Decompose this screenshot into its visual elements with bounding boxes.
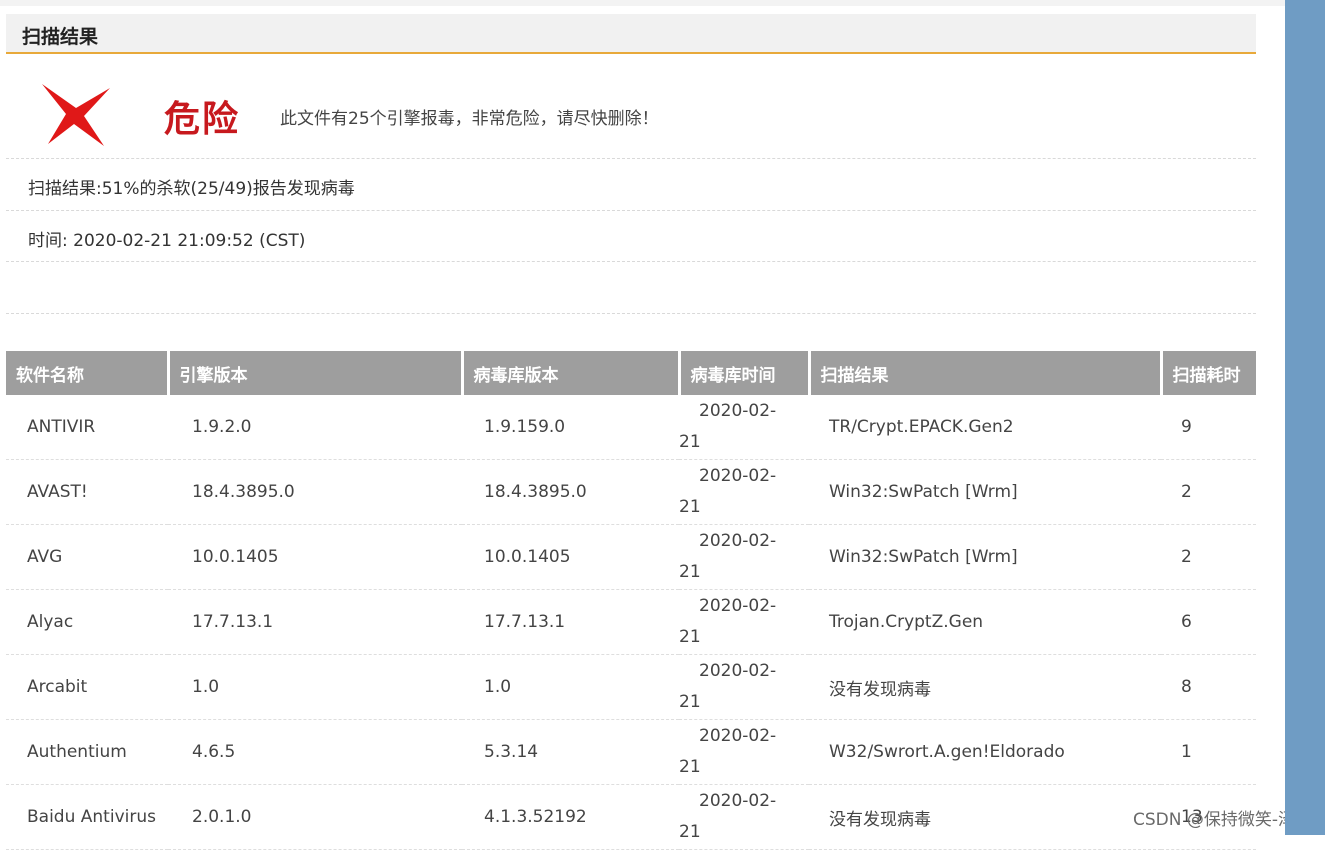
section-title: 扫描结果 <box>22 26 99 48</box>
watermark: CSDN @保持微笑-泽 <box>1133 810 1296 830</box>
cell-db-time-date: 2020-02- <box>699 466 777 486</box>
cell-db-time-day: 21 <box>679 432 701 452</box>
cell-duration: 2 <box>1161 524 1256 590</box>
verdict-message: 此文件有25个引擎报毒，非常危险，请尽快删除！ <box>280 109 659 129</box>
cell-software-name: Alyac <box>6 589 168 655</box>
verdict-label: 危险 <box>164 99 241 140</box>
cell-db-version: 5.3.14 <box>462 719 679 785</box>
cell-engine-version: 10.0.1405 <box>168 524 462 590</box>
table-row: AVG 10.0.1405 10.0.1405 2020-02- 21 Win32… <box>6 524 1256 590</box>
table-row: Arcabit 1.0 1.0 2020-02- 21 没有发现病毒 8 <box>6 654 1256 720</box>
table-row: Alyac 17.7.13.1 17.7.13.1 2020-02- 21 Tro… <box>6 589 1256 655</box>
section-header: 扫描结果 <box>6 14 1256 54</box>
cell-db-version: 10.0.1405 <box>462 524 679 590</box>
cell-software-name: AVG <box>6 524 168 590</box>
cell-db-time-day: 21 <box>679 757 701 777</box>
cell-db-time-date: 2020-02- <box>699 401 777 421</box>
cell-db-version: 17.7.13.1 <box>462 589 679 655</box>
divider <box>6 158 1256 159</box>
table-header-row: 软件名称 引擎版本 病毒库版本 病毒库时间 扫描结果 扫描耗时 <box>6 351 1256 395</box>
cell-engine-version: 4.6.5 <box>168 719 462 785</box>
table-row: Authentium 4.6.5 5.3.14 2020-02- 21 W32/S… <box>6 719 1256 785</box>
table-row: Baidu Antivirus 2.0.1.0 4.1.3.52192 2020… <box>6 784 1256 850</box>
cell-db-time-date: 2020-02- <box>699 726 777 746</box>
cell-db-time-day: 21 <box>679 627 701 647</box>
column-header-db-time[interactable]: 病毒库时间 <box>679 351 811 395</box>
column-header-engine-version[interactable]: 引擎版本 <box>168 351 464 395</box>
cell-db-time: 2020-02- 21 <box>679 524 809 590</box>
table-row: AVAST! 18.4.3895.0 18.4.3895.0 2020-02- 2… <box>6 459 1256 525</box>
cell-db-time: 2020-02- 21 <box>679 654 809 720</box>
cell-scan-result: 没有发现病毒 <box>809 784 1161 850</box>
cell-scan-result: TR/Crypt.EPACK.Gen2 <box>809 395 1161 460</box>
cell-engine-version: 1.9.2.0 <box>168 395 462 460</box>
danger-x-icon <box>42 84 110 146</box>
cell-db-version: 1.0 <box>462 654 679 720</box>
cell-db-time: 2020-02- 21 <box>679 784 809 850</box>
cell-db-time: 2020-02- 21 <box>679 589 809 655</box>
cell-software-name: ANTIVIR <box>6 395 168 460</box>
cell-db-version: 1.9.159.0 <box>462 395 679 460</box>
cell-duration: 6 <box>1161 589 1256 655</box>
cell-db-version: 18.4.3895.0 <box>462 459 679 525</box>
cell-software-name: Arcabit <box>6 654 168 720</box>
cell-scan-result: 没有发现病毒 <box>809 654 1161 720</box>
column-header-scan-result[interactable]: 扫描结果 <box>809 351 1163 395</box>
cell-scan-result: Trojan.CryptZ.Gen <box>809 589 1161 655</box>
column-header-db-version[interactable]: 病毒库版本 <box>462 351 681 395</box>
divider <box>6 313 1256 314</box>
cell-engine-version: 1.0 <box>168 654 462 720</box>
right-side-panel <box>1285 0 1325 835</box>
scan-results-table: 软件名称 引擎版本 病毒库版本 病毒库时间 扫描结果 扫描耗时 ANTIVIR … <box>6 351 1256 850</box>
cell-duration: 1 <box>1161 719 1256 785</box>
cell-db-time-date: 2020-02- <box>699 596 777 616</box>
cell-duration: 2 <box>1161 459 1256 525</box>
top-strip <box>0 0 1285 6</box>
cell-db-time: 2020-02- 21 <box>679 459 809 525</box>
cell-db-time-date: 2020-02- <box>699 791 777 811</box>
column-header-software[interactable]: 软件名称 <box>6 351 170 395</box>
cell-software-name: Authentium <box>6 719 168 785</box>
divider <box>6 210 1256 211</box>
scan-time: 时间: 2020-02-21 21:09:52 (CST) <box>28 231 306 251</box>
cell-software-name: AVAST! <box>6 459 168 525</box>
cell-engine-version: 18.4.3895.0 <box>168 459 462 525</box>
cell-duration: 9 <box>1161 395 1256 460</box>
cell-scan-result: W32/Swrort.A.gen!Eldorado <box>809 719 1161 785</box>
cell-duration: 8 <box>1161 654 1256 720</box>
cell-db-time: 2020-02- 21 <box>679 395 809 460</box>
cell-db-time-day: 21 <box>679 562 701 582</box>
cell-scan-result: Win32:SwPatch [Wrm] <box>809 459 1161 525</box>
cell-engine-version: 17.7.13.1 <box>168 589 462 655</box>
cell-db-version: 4.1.3.52192 <box>462 784 679 850</box>
column-header-duration[interactable]: 扫描耗时 <box>1161 351 1256 395</box>
cell-scan-result: Win32:SwPatch [Wrm] <box>809 524 1161 590</box>
cell-db-time: 2020-02- 21 <box>679 719 809 785</box>
cell-software-name: Baidu Antivirus <box>6 784 168 850</box>
table-row: ANTIVIR 1.9.2.0 1.9.159.0 2020-02- 21 TR/… <box>6 395 1256 460</box>
scan-summary: 扫描结果:51%的杀软(25/49)报告发现病毒 <box>28 179 355 199</box>
divider <box>6 261 1256 262</box>
cell-db-time-day: 21 <box>679 692 701 712</box>
cell-db-time-day: 21 <box>679 822 701 842</box>
cell-db-time-date: 2020-02- <box>699 531 777 551</box>
cell-engine-version: 2.0.1.0 <box>168 784 462 850</box>
cell-db-time-day: 21 <box>679 497 701 517</box>
cell-db-time-date: 2020-02- <box>699 661 777 681</box>
